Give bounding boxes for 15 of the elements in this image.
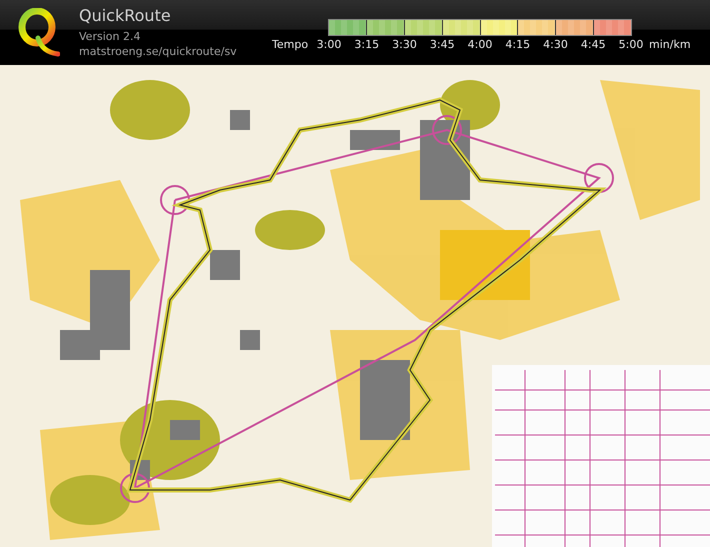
version-text: Version 2.4	[79, 29, 142, 44]
website-link[interactable]: matstroeng.se/quickroute/sv	[79, 44, 237, 59]
pace-tick-label: 4:15	[505, 38, 530, 52]
q-logo-icon	[18, 8, 60, 58]
pace-tick-label: 4:45	[580, 38, 606, 52]
pace-label: Tempo	[272, 38, 308, 52]
pace-tick-label: 4:00	[468, 38, 492, 52]
pace-tick-label: 3:00	[316, 38, 342, 52]
pace-tick-label: 3:45	[430, 38, 455, 52]
app-title: QuickRoute	[79, 6, 172, 26]
pace-tick-label: 3:15	[354, 38, 380, 52]
pace-tick-label: 5:00	[618, 38, 644, 52]
unit-label: min/km	[649, 38, 691, 52]
pace-tick-label: 4:30	[543, 38, 568, 52]
pace-tick-label: 3:30	[392, 38, 417, 52]
